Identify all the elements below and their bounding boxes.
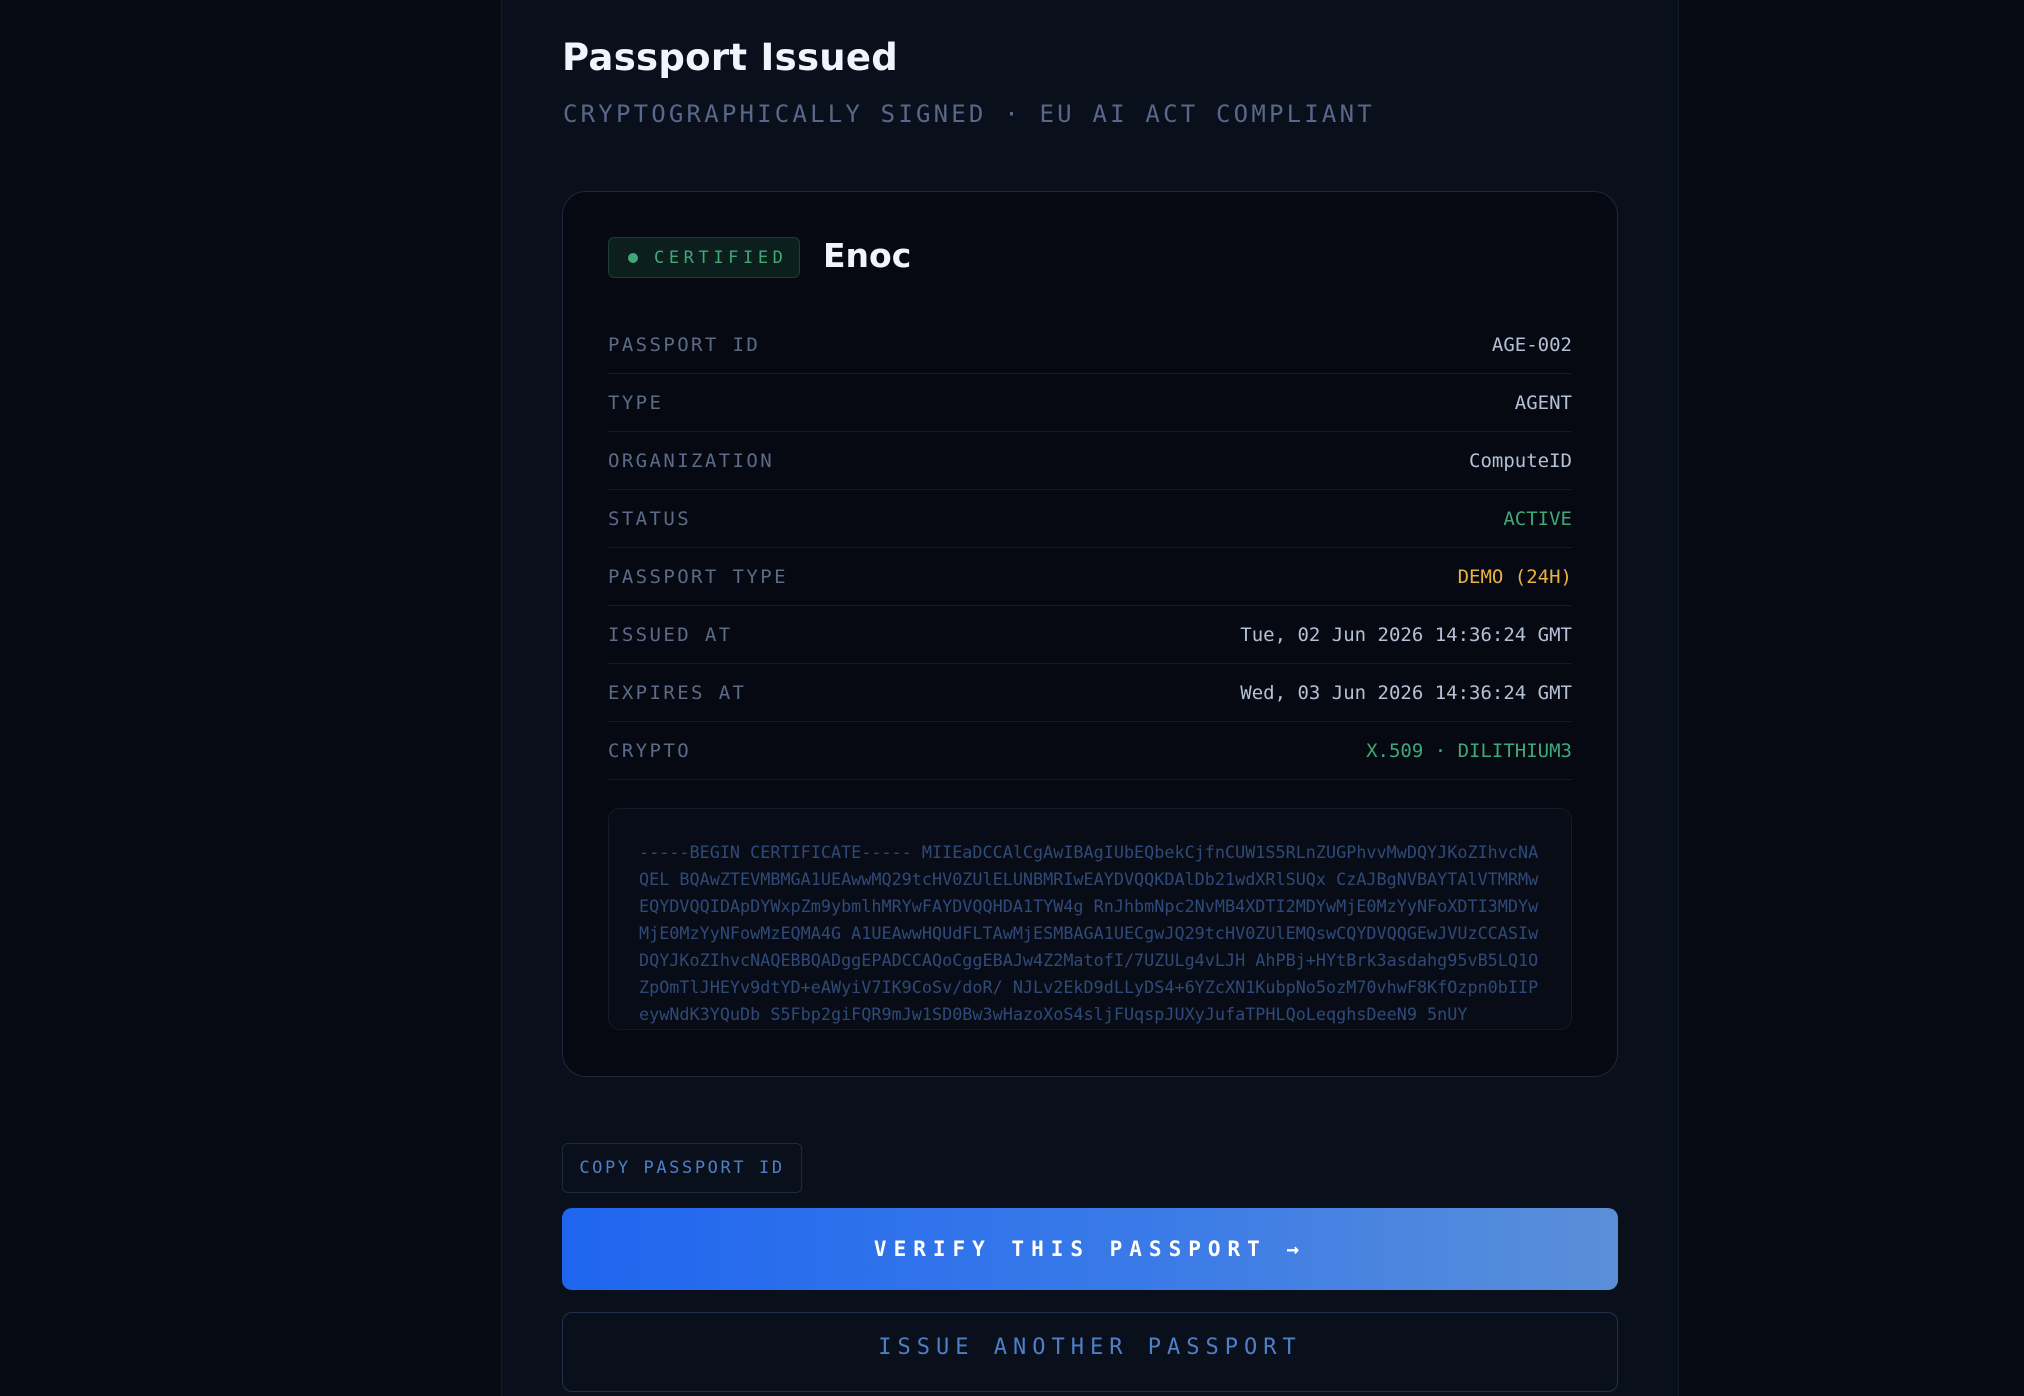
field-row: TYPE AGENT [608, 374, 1572, 432]
certified-badge: CERTIFIED [608, 237, 800, 278]
field-row: ORGANIZATION ComputeID [608, 432, 1572, 490]
field-row: PASSPORT ID AGE-002 [608, 316, 1572, 374]
field-label: ISSUED AT [608, 623, 733, 646]
agent-name: Enoc [823, 236, 912, 275]
status-dot-icon [628, 252, 638, 263]
issue-another-passport-button[interactable]: ISSUE ANOTHER PASSPORT [562, 1312, 1618, 1392]
field-row: EXPIRES AT Wed, 03 Jun 2026 14:36:24 GMT [608, 664, 1572, 722]
field-value: AGE-002 [1491, 333, 1572, 356]
passport-fields: PASSPORT ID AGE-002 TYPE AGENT ORGANIZATION C… [608, 316, 1572, 780]
copy-passport-id-button[interactable]: COPY PASSPORT ID [562, 1143, 802, 1193]
field-label: TYPE [608, 391, 664, 414]
field-row: ISSUED AT Tue, 02 Jun 2026 14:36:24 GMT [608, 606, 1572, 664]
badge-label: CERTIFIED [654, 247, 788, 268]
field-row: CRYPTO X.509 · DILITHIUM3 [608, 722, 1572, 780]
field-row: PASSPORT TYPE DEMO (24H) [608, 548, 1572, 606]
page-subtitle: CRYPTOGRAPHICALLY SIGNED · EU AI ACT COM… [563, 100, 1375, 128]
page-title: Passport Issued [562, 36, 899, 79]
field-label: ORGANIZATION [608, 449, 775, 472]
field-value: DEMO (24H) [1457, 565, 1572, 588]
certificate-box[interactable]: -----BEGIN CERTIFICATE----- MIIEaDCCAlCg… [608, 808, 1572, 1030]
field-value: ACTIVE [1503, 507, 1572, 530]
field-label: EXPIRES AT [608, 681, 747, 704]
field-value: AGENT [1514, 391, 1572, 414]
field-label: CRYPTO [608, 739, 692, 762]
verify-passport-button[interactable]: VERIFY THIS PASSPORT → [562, 1208, 1618, 1290]
field-label: STATUS [608, 507, 692, 530]
field-label: PASSPORT TYPE [608, 565, 788, 588]
field-label: PASSPORT ID [608, 333, 761, 356]
field-value: ComputeID [1469, 449, 1572, 472]
certificate-text[interactable]: -----BEGIN CERTIFICATE----- MIIEaDCCAlCg… [639, 839, 1543, 1028]
field-value: X.509 · DILITHIUM3 [1366, 739, 1572, 762]
field-value: Wed, 03 Jun 2026 14:36:24 GMT [1240, 681, 1572, 704]
field-value: Tue, 02 Jun 2026 14:36:24 GMT [1240, 623, 1572, 646]
field-row: STATUS ACTIVE [608, 490, 1572, 548]
